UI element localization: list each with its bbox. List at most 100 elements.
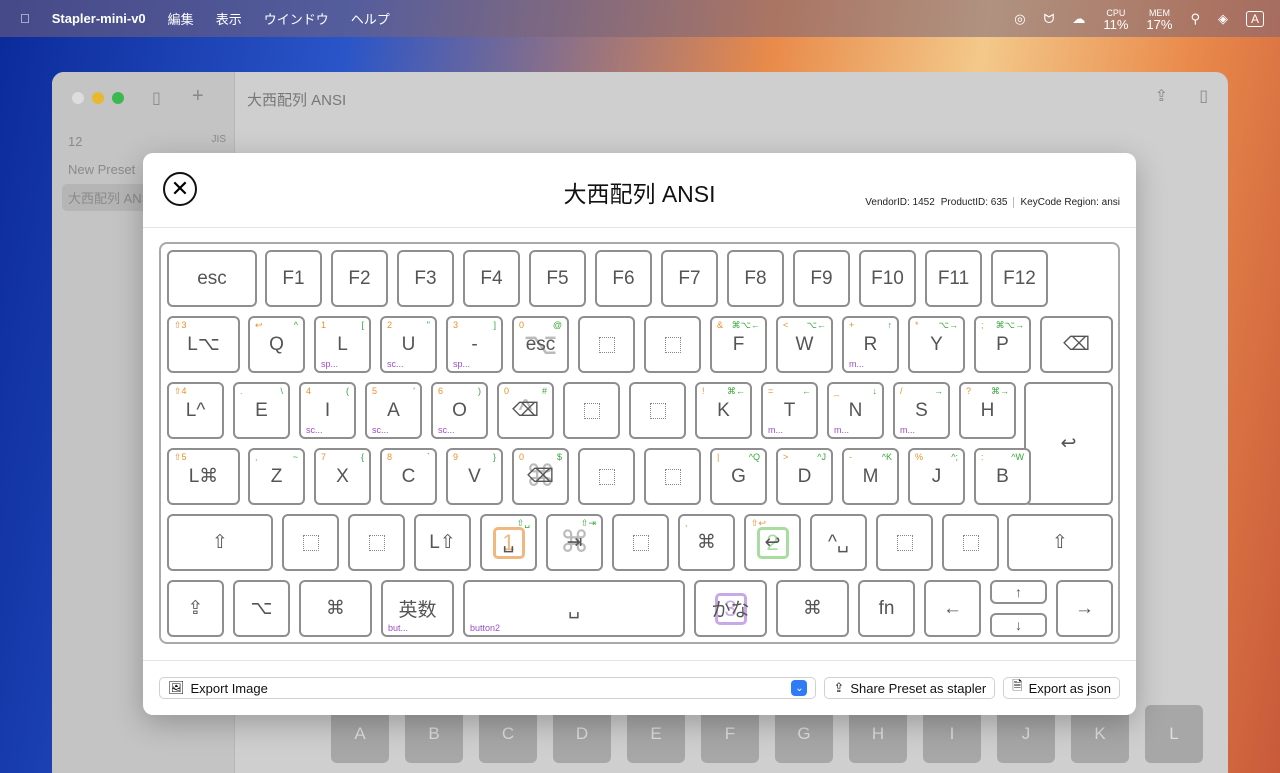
key-empty[interactable]	[282, 514, 339, 571]
menu-edit[interactable]: 編集	[168, 9, 194, 28]
key-F11[interactable]: F11	[925, 250, 982, 307]
key-⌫[interactable]: ^ ⌫ 0 #	[497, 382, 554, 439]
key-empty[interactable]	[644, 448, 701, 505]
key-K[interactable]: K! ⌘←	[695, 382, 752, 439]
share-icon[interactable]: ⇪	[1155, 86, 1168, 106]
key-L⌥[interactable]: L⌥ ⇧3	[167, 316, 240, 373]
key-E[interactable]: E. \	[233, 382, 290, 439]
key-C[interactable]: C 8 `	[380, 448, 437, 505]
cloud-icon[interactable]: ☁	[1072, 11, 1085, 27]
key-empty[interactable]	[876, 514, 933, 571]
key-O[interactable]: O 6) sc...	[431, 382, 488, 439]
key-⇧[interactable]: ⇧	[1007, 514, 1113, 571]
key-←[interactable]: ←	[924, 580, 981, 637]
key-F6[interactable]: F6	[595, 250, 652, 307]
export-format-select[interactable]: 🖼 Export Image ⌄	[159, 677, 817, 699]
key-F7[interactable]: F7	[661, 250, 718, 307]
menu-view[interactable]: 表示	[216, 9, 242, 28]
key-U[interactable]: U 2 " sc...	[380, 316, 437, 373]
key-Y[interactable]: Y * ⌥→	[908, 316, 965, 373]
zoom-button[interactable]	[112, 92, 124, 104]
key-⇪[interactable]: ⇪	[167, 580, 224, 637]
key-empty[interactable]	[578, 316, 635, 373]
key-N[interactable]: N _ ↓ m...	[827, 382, 884, 439]
key-⌥[interactable]: ⌥	[233, 580, 290, 637]
key-↩[interactable]: 2 ↩ ⇧↩	[744, 514, 801, 571]
key-empty[interactable]	[629, 382, 686, 439]
menu-help[interactable]: ヘルプ	[351, 9, 390, 28]
key-↑[interactable]: ↑	[990, 580, 1047, 604]
key-⇥[interactable]: ⌘ ⇥ ⇧⇥	[546, 514, 603, 571]
key-⌘[interactable]: ⌘	[299, 580, 372, 637]
key-A[interactable]: A 5 ' sc...	[365, 382, 422, 439]
key-F3[interactable]: F3	[397, 250, 454, 307]
sidebar-item[interactable]: 12 JIS	[62, 130, 232, 153]
key-esc[interactable]: ⌥ esc 0 @	[512, 316, 569, 373]
key-F9[interactable]: F9	[793, 250, 850, 307]
key-W[interactable]: W < ⌥←	[776, 316, 833, 373]
menu-window[interactable]: ウインドウ	[264, 9, 329, 28]
key-esc[interactable]: esc	[167, 250, 257, 307]
close-window-button[interactable]	[72, 92, 84, 104]
key-F5[interactable]: F5	[529, 250, 586, 307]
key-英数[interactable]: 英数 but...	[381, 580, 454, 637]
key-P[interactable]: P; ⌘⌥→	[974, 316, 1031, 373]
mem-stat[interactable]: MEM 17%	[1146, 8, 1172, 31]
share-preset-button[interactable]: ⇪ Share Preset as stapler	[824, 677, 996, 699]
key-↓[interactable]: ↓	[990, 613, 1047, 637]
key-⇧[interactable]: ⇧	[167, 514, 273, 571]
key-S[interactable]: S / → m...	[893, 382, 950, 439]
key-G[interactable]: G | ^Q	[710, 448, 767, 505]
key-L[interactable]: L 1 [sp...	[314, 316, 371, 373]
key-empty[interactable]	[348, 514, 405, 571]
key-F1[interactable]: F1	[265, 250, 322, 307]
key-M[interactable]: M - ^K	[842, 448, 899, 505]
cpu-stat[interactable]: CPU 11%	[1103, 8, 1128, 31]
key-B[interactable]: B: ^W	[974, 448, 1031, 505]
key-L^[interactable]: L^ ⇧4	[167, 382, 224, 439]
key-↩[interactable]: ↩	[1024, 382, 1113, 505]
export-json-button[interactable]: 🗎 Export as json	[1003, 677, 1120, 699]
key--[interactable]: - 3] sp...	[446, 316, 503, 373]
key-␣[interactable]: 1 ␣ ⇧␣	[480, 514, 537, 571]
key-H[interactable]: H? ⌘→	[959, 382, 1016, 439]
key-⌫[interactable]: ⌘ ⌫ 0 $	[512, 448, 569, 505]
key-F12[interactable]: F12	[991, 250, 1048, 307]
key-⌘[interactable]: ⌘,	[678, 514, 735, 571]
cat-icon[interactable]: ᗢ	[1044, 11, 1055, 27]
key-F2[interactable]: F2	[331, 250, 388, 307]
input-source[interactable]: A	[1245, 10, 1264, 27]
key-I[interactable]: I 4 (sc...	[299, 382, 356, 439]
key-^␣[interactable]: ^␣	[810, 514, 867, 571]
key-Z[interactable]: Z, ~	[248, 448, 305, 505]
key-␣[interactable]: ␣ button2	[463, 580, 685, 637]
key-F4[interactable]: F4	[463, 250, 520, 307]
key-empty[interactable]	[644, 316, 701, 373]
key-L⇧[interactable]: L⇧	[414, 514, 471, 571]
key-L⌘[interactable]: L⌘ ⇧5	[167, 448, 240, 505]
key-J[interactable]: J% ^;	[908, 448, 965, 505]
key-Q[interactable]: Q ↩ ^	[248, 316, 305, 373]
key-fn[interactable]: fn	[858, 580, 915, 637]
status-app-icon[interactable]: ◎	[1014, 11, 1025, 27]
layers-icon[interactable]: ◈	[1218, 11, 1228, 27]
apple-icon[interactable]: 	[20, 11, 30, 26]
key-F8[interactable]: F8	[727, 250, 784, 307]
app-menu[interactable]: Stapler-mini-v0	[52, 11, 146, 26]
sidebar-toggle-icon[interactable]: ▯	[152, 88, 161, 108]
inspector-toggle-icon[interactable]: ▯	[1199, 86, 1208, 106]
key-empty[interactable]	[578, 448, 635, 505]
minimize-button[interactable]	[92, 92, 104, 104]
key-F10[interactable]: F10	[859, 250, 916, 307]
key-D[interactable]: D > ^J	[776, 448, 833, 505]
key-V[interactable]: V 9}	[446, 448, 503, 505]
key-かな[interactable]: 3 かな	[694, 580, 767, 637]
key-F[interactable]: F & ⌘⌥←	[710, 316, 767, 373]
key-R[interactable]: R + ↑ m...	[842, 316, 899, 373]
key-empty[interactable]	[563, 382, 620, 439]
key-⌘[interactable]: ⌘	[776, 580, 849, 637]
key-empty[interactable]	[942, 514, 999, 571]
add-icon[interactable]: +	[192, 85, 204, 108]
key-empty[interactable]	[612, 514, 669, 571]
key-⌫[interactable]: ⌫	[1040, 316, 1113, 373]
